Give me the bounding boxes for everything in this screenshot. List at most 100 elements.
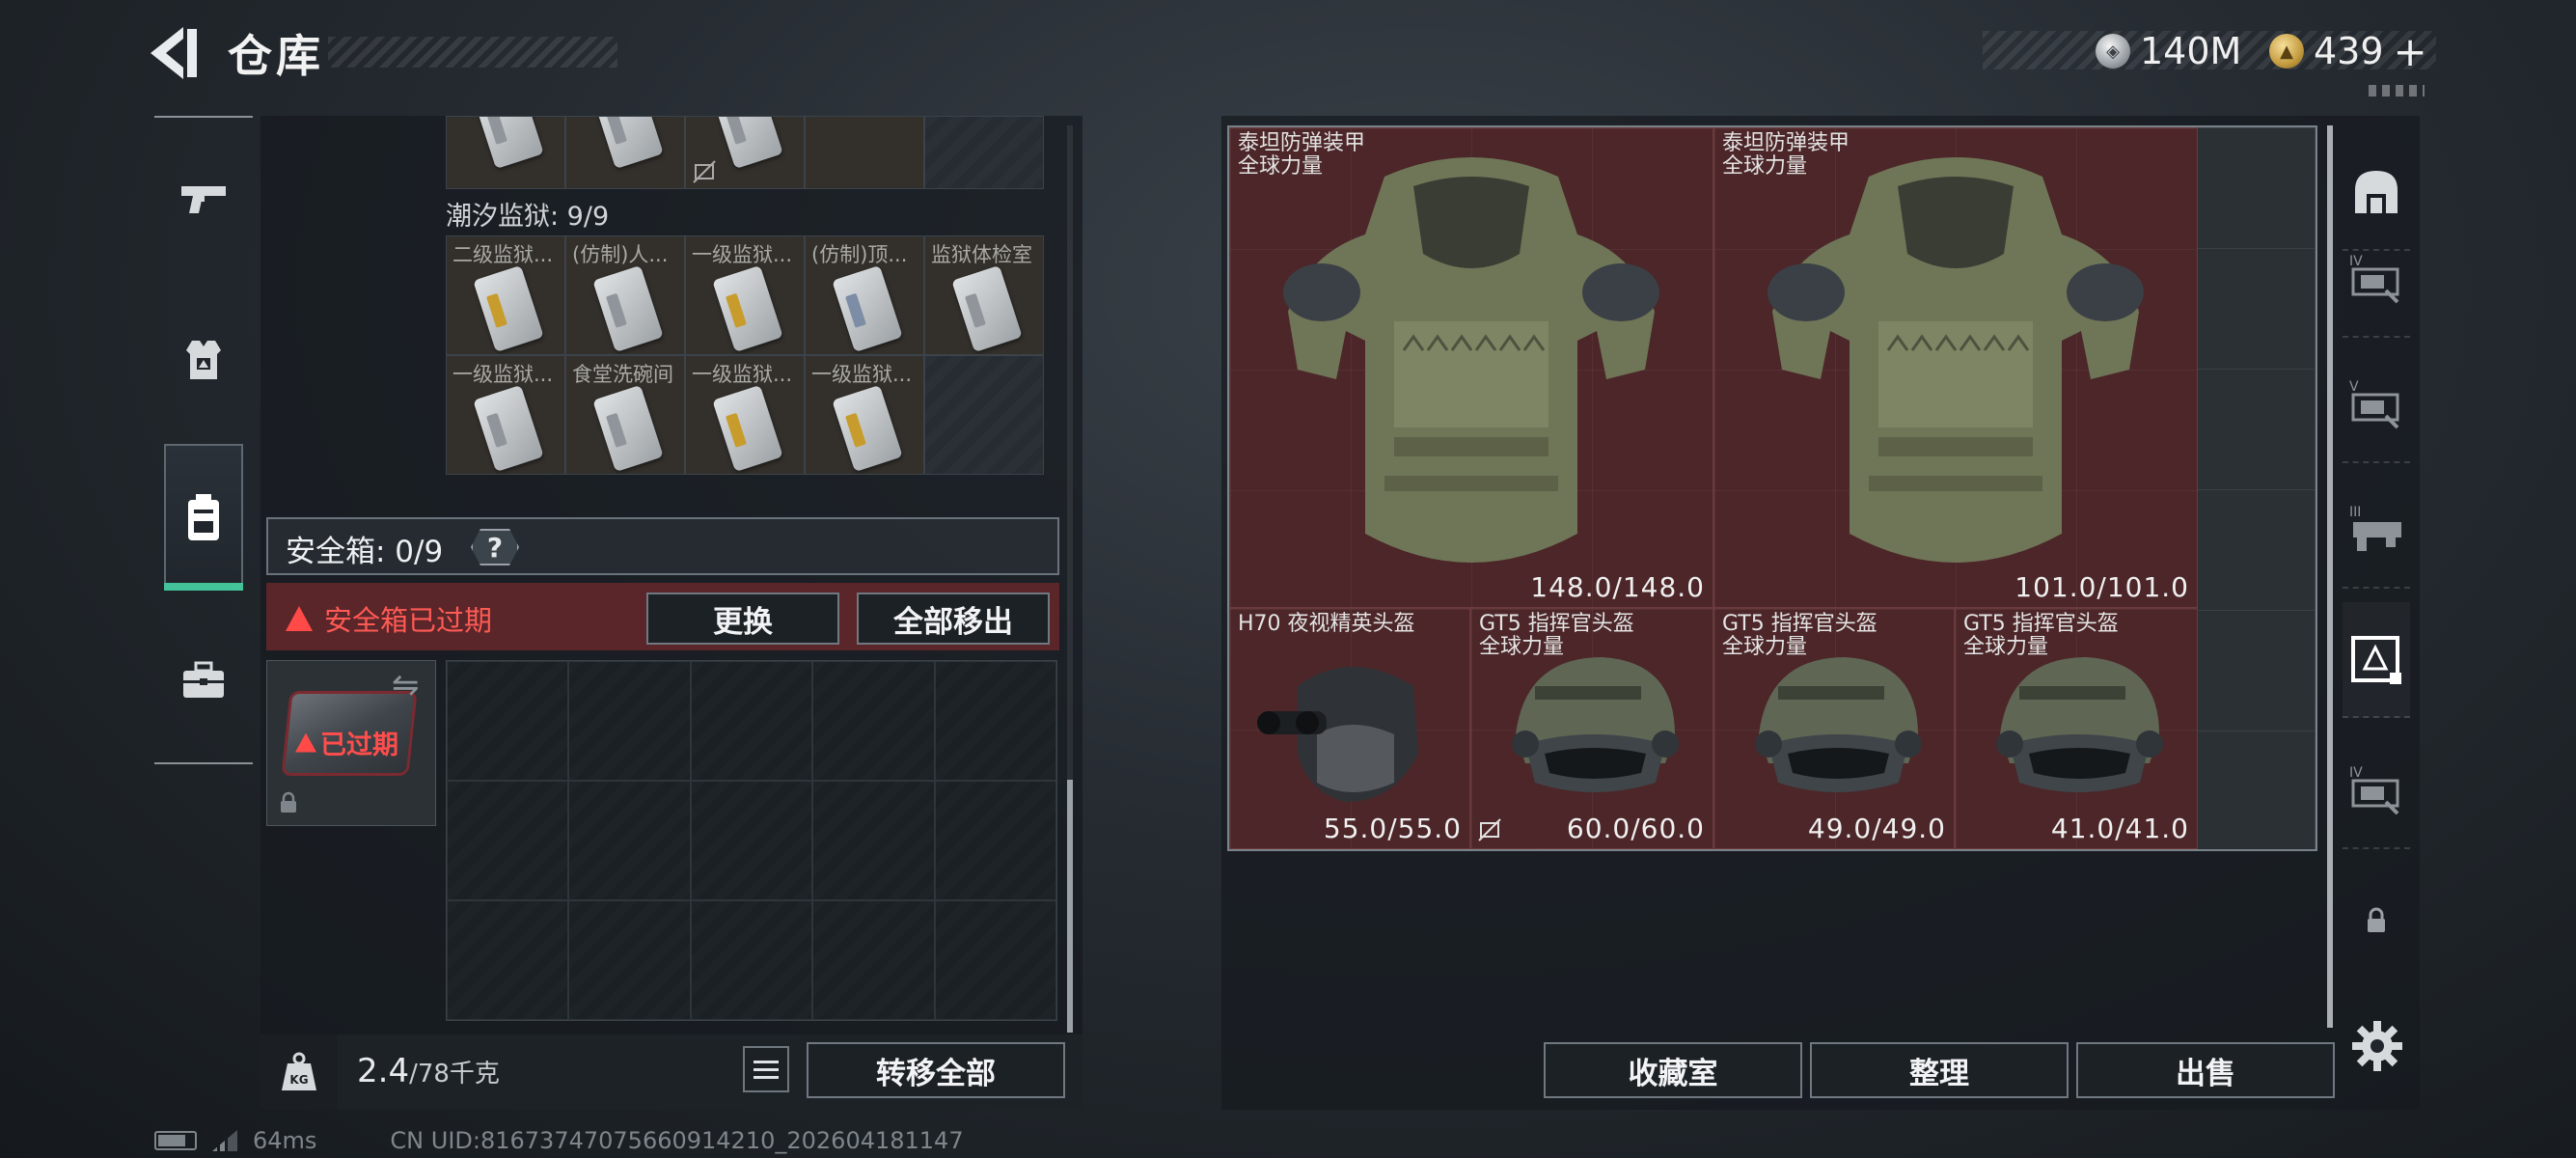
safebox-cell[interactable] <box>568 661 691 781</box>
equipment-item-helmet[interactable]: GT5 指挥官头盔 全球力量 49.0/49.0 <box>1713 608 1955 849</box>
safebox-cell[interactable] <box>812 900 935 1020</box>
keycard-item[interactable]: (仿制)顶... <box>805 235 924 355</box>
settings-gear-icon[interactable] <box>2350 1019 2404 1073</box>
tab-tier-3-slot[interactable]: III <box>2343 473 2410 589</box>
tab-tier-5-slot[interactable]: V <box>2343 347 2410 463</box>
keycard-item[interactable]: 食堂洗碗间 <box>565 355 685 475</box>
page-title: 仓库 <box>228 30 324 82</box>
body-armor-image <box>1768 157 2144 563</box>
equipment-item-helmet[interactable]: GT5 指挥官头盔 全球力量 41.0/41.0 <box>1955 608 2198 849</box>
safebox-cell[interactable] <box>568 781 691 900</box>
keycard-item[interactable]: 一级监狱... <box>446 355 565 475</box>
list-view-button[interactable] <box>743 1046 789 1092</box>
storage-cell-empty[interactable] <box>924 355 1044 475</box>
locked-slot-icon <box>2368 907 2385 932</box>
safebox-cell[interactable] <box>690 900 813 1020</box>
keycard-icon <box>832 264 903 353</box>
tier-4-slot-icon: IV <box>2349 254 2399 304</box>
safebox-cell[interactable] <box>447 900 569 1020</box>
safebox-grid <box>446 660 1057 1021</box>
no-trade-icon <box>1478 818 1501 841</box>
keycard-icon <box>832 384 903 473</box>
title-decoration <box>328 37 617 68</box>
equipment-name: 泰坦防弹装甲 全球力量 <box>1238 131 1366 179</box>
gold-currency-value: 439 <box>2314 30 2384 72</box>
safebox-cell[interactable] <box>690 661 813 781</box>
tab-locked-slot[interactable] <box>2343 863 2410 979</box>
weight-current: 2.4 <box>357 1052 410 1090</box>
safebox-cell[interactable] <box>447 661 569 781</box>
equipment-item-armor[interactable]: 泰坦防弹装甲 全球力量 101.0/101.0 <box>1713 127 2198 608</box>
storage-cell[interactable] <box>685 116 805 189</box>
equipment-name: 泰坦防弹装甲 全球力量 <box>1722 131 1850 179</box>
pistol-icon <box>181 186 226 213</box>
safebox-cell[interactable] <box>812 661 935 781</box>
keycard-icon <box>473 117 544 170</box>
help-button[interactable]: ? <box>471 529 519 565</box>
nav-item-armor[interactable] <box>154 307 253 413</box>
safebox-cell[interactable] <box>812 781 935 900</box>
briefcase-icon <box>183 661 224 698</box>
silver-currency: ◈ 140M <box>2096 27 2241 75</box>
storage-cell[interactable] <box>805 116 924 189</box>
storage-scroll-thumb[interactable] <box>1067 780 1073 1033</box>
keycard-label: 一级监狱... <box>452 363 554 386</box>
expired-notice: 安全箱已过期 <box>286 598 492 639</box>
equipment-item-nvg-helmet[interactable]: H70 夜视精英头盔 55.0/55.0 <box>1229 608 1470 849</box>
nav-item-backpack[interactable] <box>164 444 243 591</box>
equipment-durability: 55.0/55.0 <box>1323 813 1462 844</box>
tier-3-slot-icon: III <box>2349 505 2401 551</box>
safebox-cell[interactable] <box>568 900 691 1020</box>
safebox-cell[interactable] <box>934 900 1056 1020</box>
keycard-icon <box>712 384 783 473</box>
keycard-icon <box>473 264 544 353</box>
equipment-name: GT5 指挥官头盔 全球力量 <box>1479 612 1634 659</box>
storage-section-title: 潮汐监狱: 9/9 <box>446 202 610 232</box>
weight-icon-label: KG <box>289 1073 308 1087</box>
equipment-item-helmet[interactable]: GT5 指挥官头盔 全球力量 60.0/60.0 <box>1470 608 1713 849</box>
keycard-item[interactable]: 一级监狱... <box>685 355 805 475</box>
sell-button[interactable]: 出售 <box>2076 1042 2335 1098</box>
keycard-icon <box>951 264 1023 353</box>
add-currency-plus[interactable]: + <box>2394 28 2427 75</box>
tab-tier-4-slot[interactable]: IV <box>2343 222 2410 338</box>
safebox-cell[interactable] <box>690 781 813 900</box>
back-arrow-icon[interactable] <box>145 23 212 83</box>
keycard-label: 一级监狱... <box>692 363 793 386</box>
tier-5-slot-icon: V <box>2349 379 2399 429</box>
safebox-cell[interactable] <box>934 661 1056 781</box>
svg-text:IV: IV <box>2349 254 2363 269</box>
keycard-item[interactable]: 一级监狱... <box>685 235 805 355</box>
gold-currency[interactable]: ▲ 439 + <box>2269 27 2427 75</box>
replace-button[interactable]: 更换 <box>646 593 839 645</box>
nav-item-supplies[interactable] <box>154 627 253 733</box>
tab-armor-slot-selected[interactable] <box>2343 602 2410 718</box>
swap-icon[interactable]: ⇋ <box>392 666 420 704</box>
header-dots-decoration <box>2369 85 2425 96</box>
safebox-cell[interactable] <box>934 781 1056 900</box>
storage-cell[interactable] <box>565 116 685 189</box>
equipment-scrollbar[interactable] <box>2327 125 2333 1028</box>
organize-button[interactable]: 整理 <box>1810 1042 2069 1098</box>
remove-all-button[interactable]: 全部移出 <box>857 593 1050 645</box>
collection-room-button[interactable]: 收藏室 <box>1544 1042 1802 1098</box>
tactical-helmet-image <box>1755 657 1922 792</box>
svg-text:III: III <box>2349 505 2361 520</box>
safebox-cell[interactable] <box>447 781 569 900</box>
keycard-item[interactable]: 二级监狱... <box>446 235 565 355</box>
storage-cell[interactable] <box>446 116 565 189</box>
selected-armor-slot-icon <box>2351 636 2401 684</box>
equipment-item-armor[interactable]: 泰坦防弹装甲 全球力量 148.0/148.0 <box>1229 127 1713 608</box>
no-trade-icon <box>693 160 716 183</box>
keycard-label: (仿制)人... <box>572 243 669 266</box>
transfer-all-button[interactable]: 转移全部 <box>807 1042 1065 1098</box>
tab-tier-4-slot[interactable]: IV <box>2343 733 2410 849</box>
keycard-item[interactable]: (仿制)人... <box>565 235 685 355</box>
keycard-item[interactable]: 监狱体检室 <box>924 235 1044 355</box>
status-bar: 64ms CN UID:8167374707566091421​0_202604… <box>154 1127 964 1154</box>
nav-item-weapons[interactable] <box>154 147 253 253</box>
storage-cell-empty[interactable] <box>924 116 1044 189</box>
expired-notice-text: 安全箱已过期 <box>324 604 493 637</box>
keycard-item[interactable]: 一级监狱... <box>805 355 924 475</box>
battery-icon <box>154 1131 197 1150</box>
